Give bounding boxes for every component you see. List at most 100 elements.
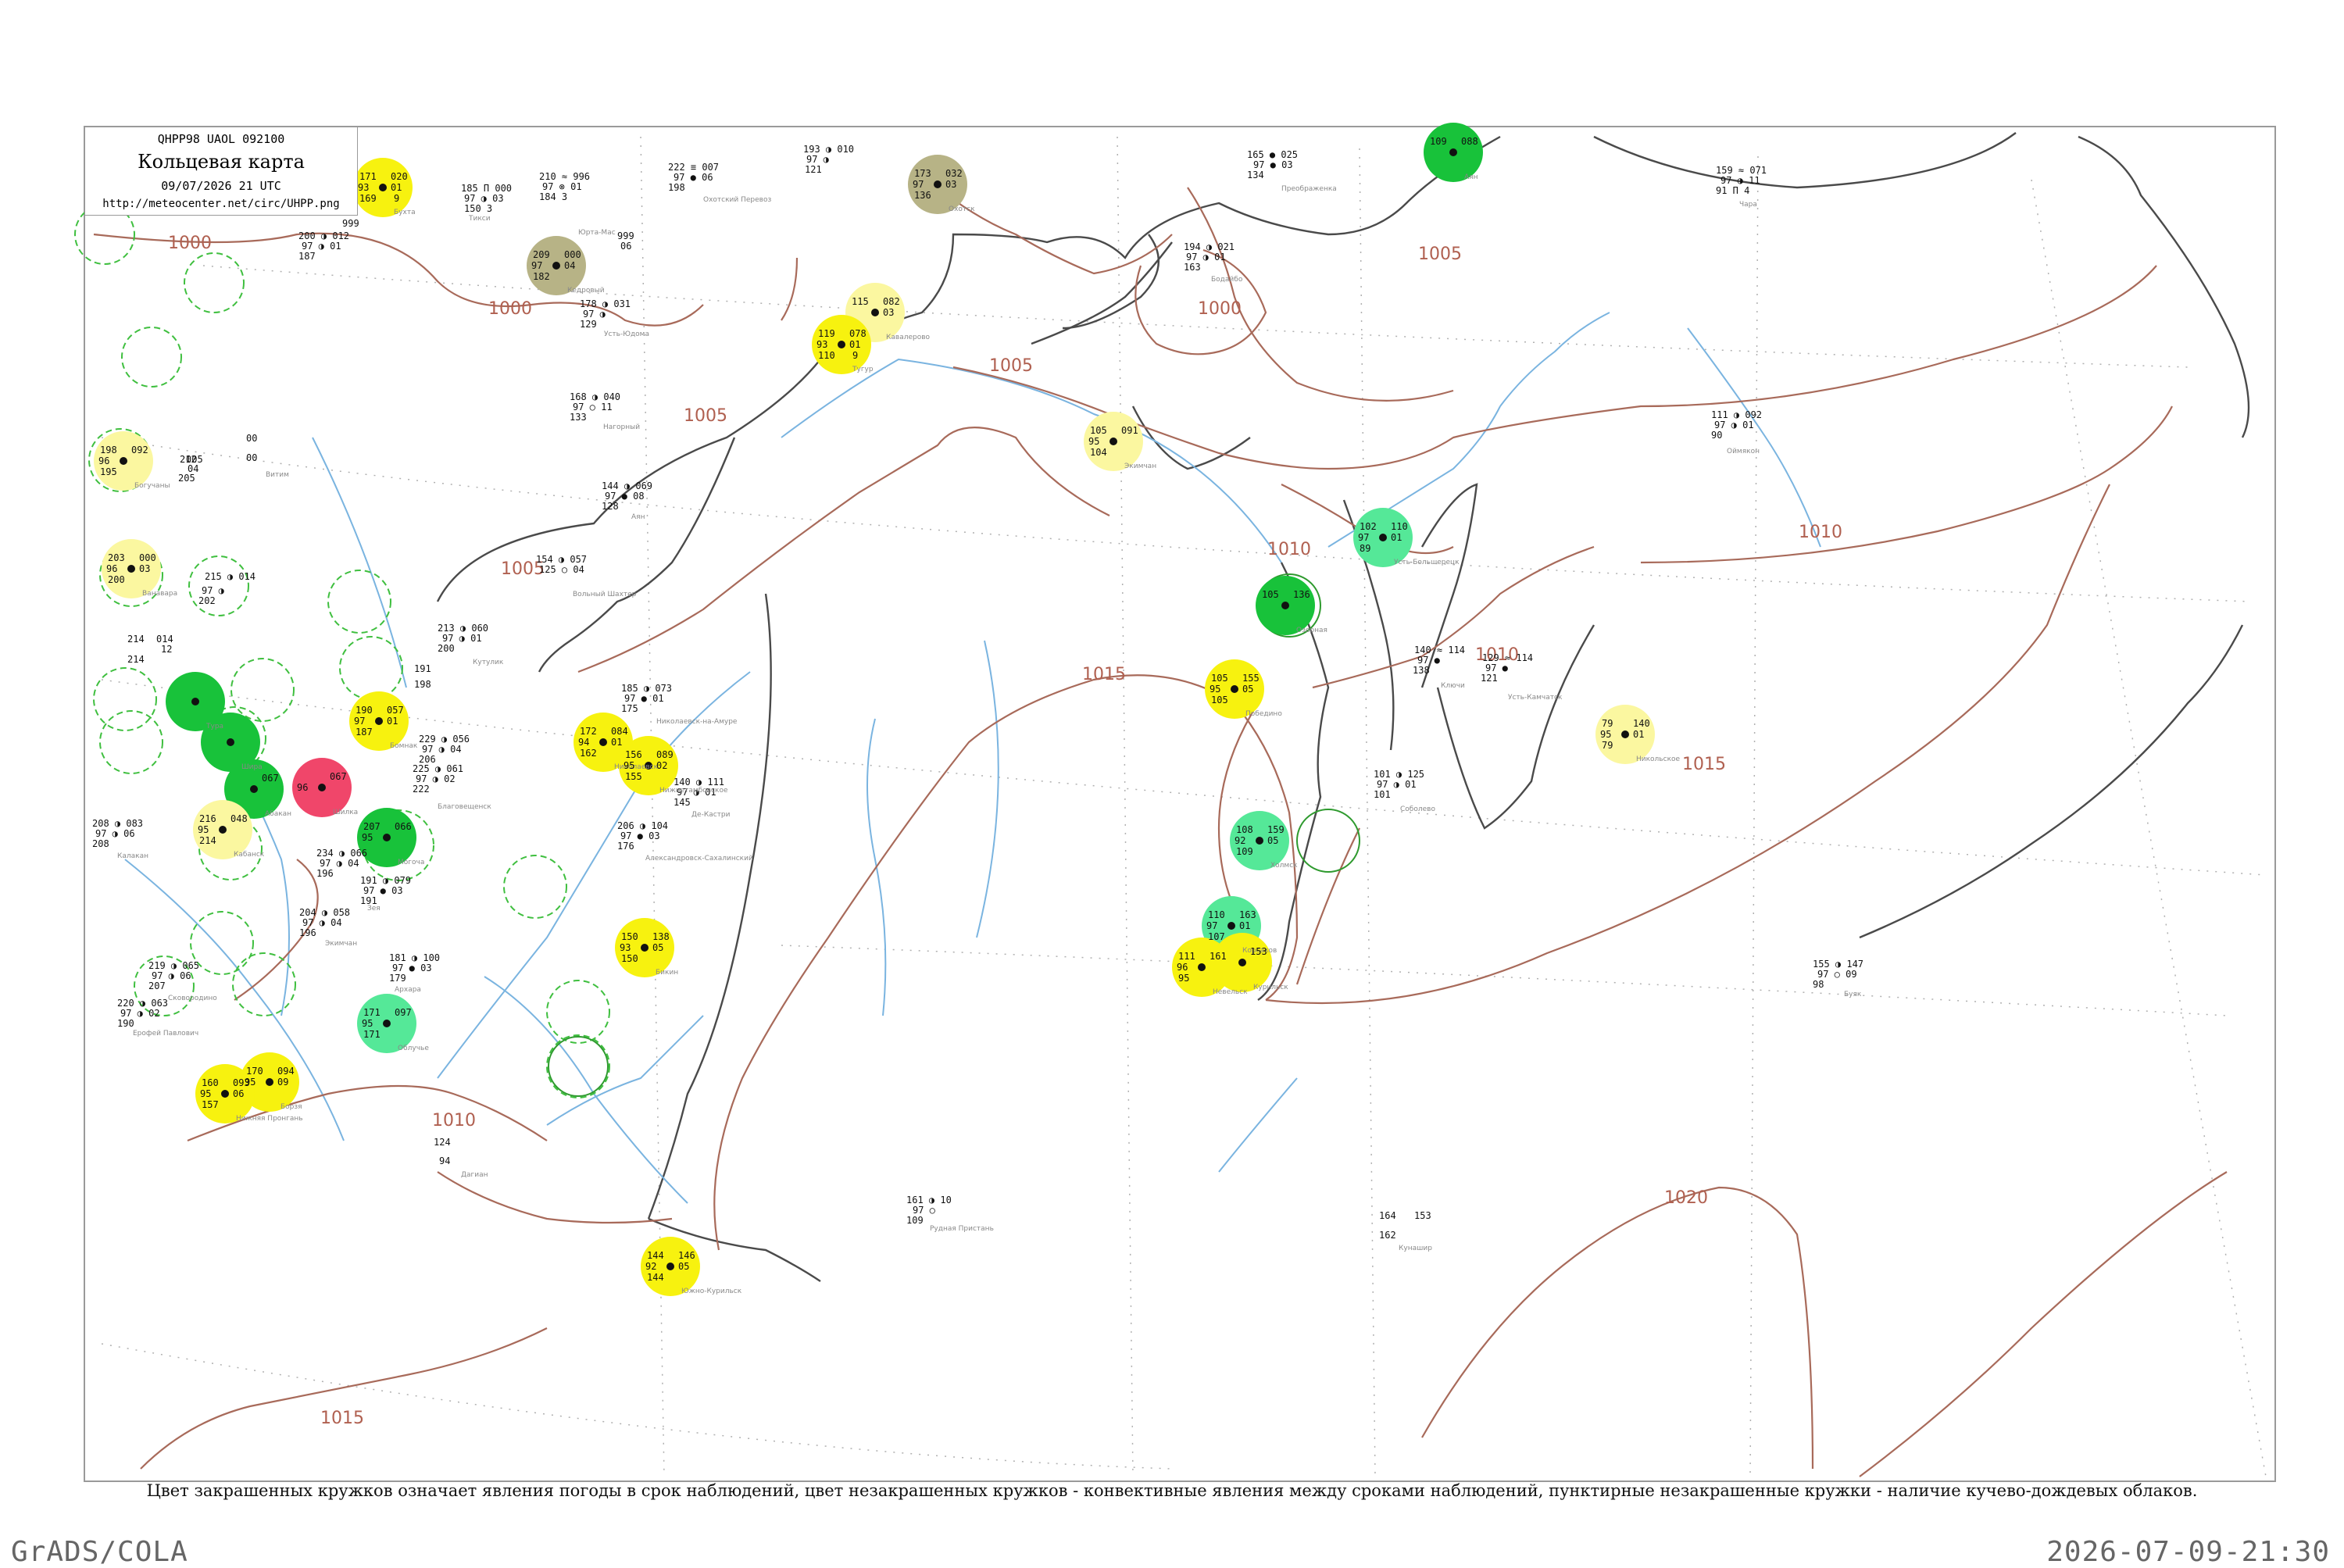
station-value: 140 bbox=[1633, 718, 1650, 729]
svg-text:Зея: Зея bbox=[367, 905, 381, 913]
svg-text:97 ◑ 01: 97 ◑ 01 bbox=[442, 633, 482, 644]
station-value: 95 bbox=[1210, 684, 1220, 695]
svg-text:154 ◑ 057: 154 ◑ 057 bbox=[536, 554, 587, 565]
station-name: Облучье bbox=[398, 1045, 429, 1052]
station-marker bbox=[1227, 922, 1235, 930]
station-marker bbox=[1256, 837, 1263, 845]
svg-text:200 ◑ 012: 200 ◑ 012 bbox=[298, 230, 349, 241]
svg-text:97 ◑ 04: 97 ◑ 04 bbox=[302, 917, 342, 928]
svg-text:Бодайбо: Бодайбо bbox=[1211, 276, 1243, 284]
svg-text:134: 134 bbox=[1247, 170, 1264, 180]
isobar-label: 1005 bbox=[1418, 245, 1462, 264]
station-value: 79 bbox=[1602, 718, 1613, 729]
station-value: 05 bbox=[678, 1261, 689, 1272]
svg-text:196: 196 bbox=[316, 868, 334, 879]
station-value: 09 bbox=[277, 1077, 288, 1088]
svg-text:194 ◑ 021: 194 ◑ 021 bbox=[1184, 241, 1235, 252]
svg-text:97 ◑ 02: 97 ◑ 02 bbox=[416, 773, 456, 784]
station-value: 207 bbox=[363, 821, 381, 832]
station-value: 200 bbox=[108, 574, 125, 585]
svg-text:06: 06 bbox=[620, 241, 631, 252]
station-value: 02 bbox=[656, 760, 667, 771]
svg-text:145: 145 bbox=[674, 797, 691, 808]
station-value: 182 bbox=[533, 271, 550, 282]
station-marker bbox=[250, 785, 258, 793]
station-name: Кабанск bbox=[234, 851, 265, 859]
svg-text:97 ◑ 01: 97 ◑ 01 bbox=[302, 241, 341, 252]
svg-text:97 ○: 97 ○ bbox=[913, 1205, 935, 1216]
svg-text:97 ◑ 06: 97 ◑ 06 bbox=[95, 828, 135, 839]
svg-text:206 ◑ 104: 206 ◑ 104 bbox=[617, 820, 668, 831]
svg-text:Кунашир: Кунашир bbox=[1399, 1245, 1432, 1252]
station-marker bbox=[375, 717, 383, 725]
station-value: 104 bbox=[1090, 447, 1107, 458]
station-value: 05 bbox=[1267, 835, 1278, 846]
station-value: 216 bbox=[199, 813, 216, 824]
station-value: 01 bbox=[1391, 532, 1402, 543]
svg-text:97 ◑: 97 ◑ bbox=[202, 585, 225, 596]
isobar-label: 1010 bbox=[1799, 523, 1842, 542]
svg-text:97 ⊗ 01: 97 ⊗ 01 bbox=[542, 181, 582, 192]
svg-text:133: 133 bbox=[570, 412, 587, 423]
station-name: Кавалерово bbox=[886, 334, 931, 341]
map-frame bbox=[84, 126, 2276, 1482]
station-value: 048 bbox=[230, 813, 248, 824]
station-value: 097 bbox=[395, 1007, 412, 1018]
station-value: 162 bbox=[580, 748, 597, 759]
station-value: 01 bbox=[1239, 920, 1250, 931]
svg-text:129 ≈ 114: 129 ≈ 114 bbox=[1482, 652, 1533, 663]
svg-text:213 ◑ 060: 213 ◑ 060 bbox=[438, 623, 488, 634]
station-marker bbox=[871, 309, 879, 316]
svg-text:165 ● 025: 165 ● 025 bbox=[1247, 149, 1298, 160]
station-name: Экимчан bbox=[1124, 463, 1156, 470]
station-value: 105 bbox=[1211, 673, 1228, 684]
station-name: Могоча bbox=[398, 859, 424, 866]
station-value: 089 bbox=[656, 749, 674, 760]
station-name: Нижняя Пронгань bbox=[236, 1115, 303, 1123]
isobar-label: 1005 bbox=[684, 406, 727, 426]
station-marker bbox=[1281, 602, 1289, 609]
station-value: 06 bbox=[233, 1088, 244, 1099]
svg-text:Преображенка: Преображенка bbox=[1281, 185, 1337, 193]
station-value: 111 bbox=[1178, 951, 1195, 962]
svg-text:176: 176 bbox=[617, 841, 634, 852]
station-value: 171 bbox=[363, 1029, 381, 1040]
station-value: 150 bbox=[621, 931, 638, 942]
station-value: 170 bbox=[246, 1066, 263, 1077]
station-value: 97 bbox=[531, 260, 542, 271]
svg-text:222 ≡ 007: 222 ≡ 007 bbox=[668, 162, 719, 173]
svg-text:101 ◑ 125: 101 ◑ 125 bbox=[1374, 769, 1424, 780]
station-value: 093 bbox=[233, 1077, 250, 1088]
svg-text:153: 153 bbox=[1414, 1210, 1431, 1221]
footer-timestamp: 2026-07-09-21:30 bbox=[2046, 1536, 2330, 1568]
station-value: 084 bbox=[611, 726, 628, 737]
station-value: 171 bbox=[363, 1007, 381, 1018]
svg-text:215 ◑ 014: 215 ◑ 014 bbox=[205, 571, 255, 582]
svg-text:184 3: 184 3 bbox=[539, 191, 567, 202]
svg-text:97 ◑ 11: 97 ◑ 11 bbox=[1720, 175, 1760, 186]
station-value: 032 bbox=[945, 168, 963, 179]
svg-text:97 ●: 97 ● bbox=[1417, 655, 1441, 666]
isobar-label: 1015 bbox=[1682, 755, 1726, 774]
station-value: 109 bbox=[1236, 846, 1253, 857]
station-value: 94 bbox=[578, 737, 589, 748]
footer-software: GrADS/COLA bbox=[11, 1536, 188, 1568]
svg-text:014: 014 bbox=[156, 634, 173, 645]
svg-text:98: 98 bbox=[1813, 979, 1824, 990]
station-value: 01 bbox=[387, 716, 398, 727]
station-value: 163 bbox=[1239, 909, 1256, 920]
svg-text:97 ◑ 03: 97 ◑ 03 bbox=[464, 193, 504, 204]
svg-text:168 ◑ 040: 168 ◑ 040 bbox=[570, 391, 620, 402]
station-value: 95 bbox=[200, 1088, 211, 1099]
station-value: 088 bbox=[1461, 136, 1478, 147]
svg-text:190: 190 bbox=[117, 1018, 134, 1029]
station-name: Кедровый bbox=[567, 287, 605, 295]
station-value: 97 bbox=[913, 179, 924, 190]
isobar-label: 1020 bbox=[1664, 1188, 1708, 1208]
station-marker bbox=[191, 698, 199, 705]
station-name: Абакан bbox=[265, 810, 291, 818]
station-marker bbox=[1449, 148, 1457, 156]
svg-text:185 ◑ 073: 185 ◑ 073 bbox=[621, 683, 672, 694]
svg-text:150 3: 150 3 bbox=[464, 203, 492, 214]
svg-text:138: 138 bbox=[1413, 665, 1430, 676]
